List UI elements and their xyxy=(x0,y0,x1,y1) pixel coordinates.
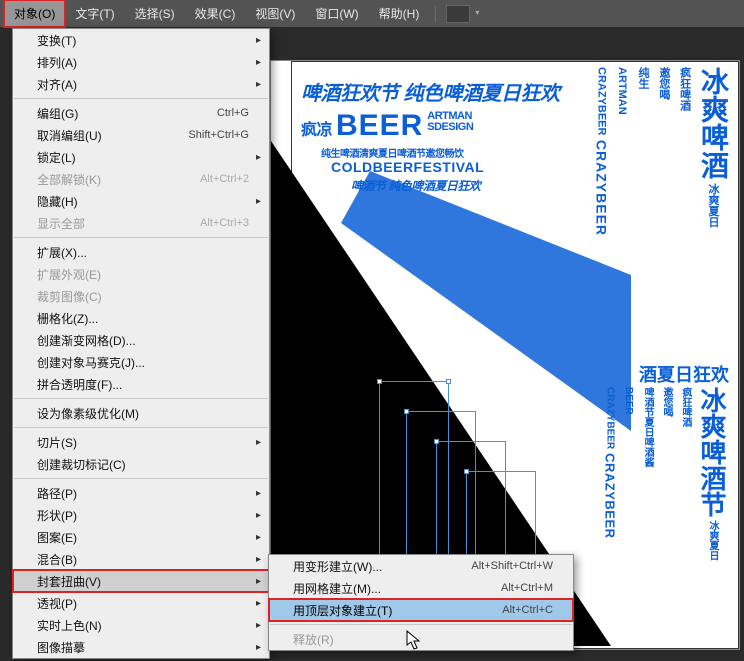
menu-image-trace[interactable]: 图像描摹 xyxy=(13,636,269,658)
menu-arrange[interactable]: 排列(A) xyxy=(13,51,269,73)
menu-flatten-transparency[interactable]: 拼合透明度(F)... xyxy=(13,373,269,395)
headline-1: 啤酒狂欢节 纯色啤酒夏日狂欢 xyxy=(301,77,560,106)
menu-rasterize[interactable]: 栅格化(Z)... xyxy=(13,307,269,329)
menu-lock[interactable]: 锁定(L) xyxy=(13,146,269,168)
menu-align[interactable]: 对齐(A) xyxy=(13,73,269,95)
menu-object-mosaic[interactable]: 创建对象马赛克(J)... xyxy=(13,351,269,373)
menu-group[interactable]: 编组(G)Ctrl+G xyxy=(13,102,269,124)
menu-slice[interactable]: 切片(S) xyxy=(13,431,269,453)
headline-2: 疯凉 BEER ARTMANSDESIGN xyxy=(301,109,473,143)
menu-crop-image: 裁剪图像(C) xyxy=(13,285,269,307)
menu-blend[interactable]: 混合(B) xyxy=(13,548,269,570)
menu-expand[interactable]: 扩展(X)... xyxy=(13,241,269,263)
menu-divider xyxy=(14,427,268,428)
object-menu-dropdown: 变换(T) 排列(A) 对齐(A) 编组(G)Ctrl+G 取消编组(U)Shi… xyxy=(12,28,270,659)
menu-divider xyxy=(270,624,572,625)
submenu-make-with-top-object[interactable]: 用顶层对象建立(T)Alt+Ctrl+C xyxy=(269,599,573,621)
menu-hide[interactable]: 隐藏(H) xyxy=(13,190,269,212)
menu-window[interactable]: 窗口(W) xyxy=(305,0,368,27)
envelope-distort-submenu: 用变形建立(W)...Alt+Shift+Ctrl+W 用网格建立(M)...A… xyxy=(268,554,574,651)
menu-perspective[interactable]: 透视(P) xyxy=(13,592,269,614)
menu-object[interactable]: 对象(O) xyxy=(4,0,65,27)
menu-expand-appearance: 扩展外观(E) xyxy=(13,263,269,285)
menu-divider xyxy=(14,398,268,399)
menu-pixel-perfect[interactable]: 设为像素级优化(M) xyxy=(13,402,269,424)
headline-4: COLDBEERFESTIVAL xyxy=(331,159,484,175)
submenu-release: 释放(R) xyxy=(269,628,573,650)
headline-3: 纯生啤酒清爽夏日啤酒节邀您畅饮 xyxy=(321,145,464,160)
submenu-make-with-warp[interactable]: 用变形建立(W)...Alt+Shift+Ctrl+W xyxy=(269,555,573,577)
menu-path[interactable]: 路径(P) xyxy=(13,482,269,504)
menu-help[interactable]: 帮助(H) xyxy=(369,0,430,27)
menu-unlock-all: 全部解锁(K)Alt+Ctrl+2 xyxy=(13,168,269,190)
menu-view[interactable]: 视图(V) xyxy=(245,0,305,27)
menu-live-paint[interactable]: 实时上色(N) xyxy=(13,614,269,636)
menu-separator xyxy=(435,6,436,22)
menu-envelope-distort[interactable]: 封套扭曲(V) xyxy=(13,570,269,592)
menu-divider xyxy=(14,237,268,238)
menu-type[interactable]: 文字(T) xyxy=(65,0,124,27)
menu-transform[interactable]: 变换(T) xyxy=(13,29,269,51)
bottom-right-typography: 酒夏日狂欢 冰爽啤酒节 冰爽夏日 疯狂啤酒 邀您喝 啤酒节夏日啤酒酱 BEER … xyxy=(569,361,729,621)
submenu-make-with-mesh[interactable]: 用网格建立(M)...Alt+Ctrl+M xyxy=(269,577,573,599)
menu-pattern[interactable]: 图案(E) xyxy=(13,526,269,548)
right-vertical-text-top: 冰爽啤酒 冰爽夏日 疯狂啤酒 邀您喝 纯生 ARTMAN CRAZYBEER C… xyxy=(591,67,731,236)
menu-ungroup[interactable]: 取消编组(U)Shift+Ctrl+G xyxy=(13,124,269,146)
bottom-vertical-text: 冰爽啤酒节 冰爽夏日 疯狂啤酒 邀您喝 啤酒节夏日啤酒酱 BEER CRAZYB… xyxy=(599,387,729,617)
menu-gradient-mesh[interactable]: 创建渐变网格(D)... xyxy=(13,329,269,351)
menu-select[interactable]: 选择(S) xyxy=(125,0,185,27)
workspace-switcher[interactable] xyxy=(446,5,470,23)
bottom-headline: 酒夏日狂欢 xyxy=(639,361,729,387)
menu-divider xyxy=(14,478,268,479)
menubar: 对象(O) 文字(T) 选择(S) 效果(C) 视图(V) 窗口(W) 帮助(H… xyxy=(0,0,744,28)
menu-trim-marks[interactable]: 创建裁切标记(C) xyxy=(13,453,269,475)
menu-shape[interactable]: 形状(P) xyxy=(13,504,269,526)
menu-show-all: 显示全部Alt+Ctrl+3 xyxy=(13,212,269,234)
menu-divider xyxy=(14,98,268,99)
menu-effect[interactable]: 效果(C) xyxy=(185,0,246,27)
